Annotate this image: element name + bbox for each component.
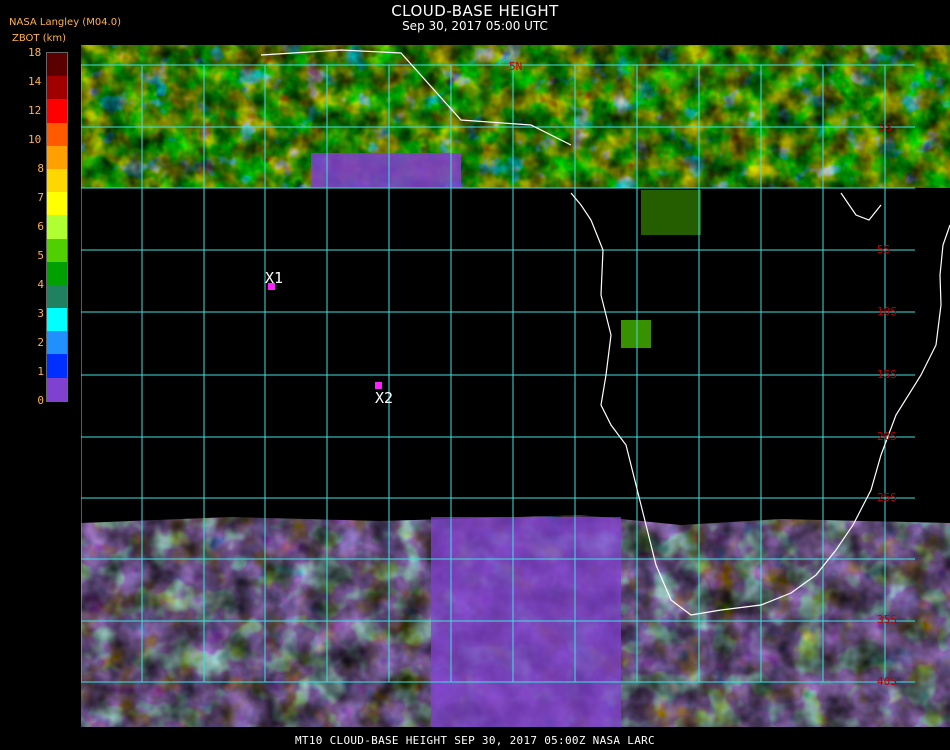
footer-caption: MT10 CLOUD-BASE HEIGHT SEP 30, 2017 05:0… (295, 734, 655, 747)
marker-x2-point (375, 382, 382, 389)
latitude-label: 25S (877, 491, 897, 504)
latitude-label: 10S (877, 305, 897, 318)
latitude-label: 5S (877, 243, 890, 256)
chart-subtitle: Sep 30, 2017 05:00 UTC (402, 19, 548, 33)
legend-swatch (47, 76, 67, 100)
latitude-label: 15S (877, 368, 897, 381)
latitude-label: 5S (879, 121, 892, 134)
legend-swatch (47, 354, 67, 378)
satellite-map: 5S 10S 15S 20S 25S 35S 40S 5S 5N X1 X2 (81, 45, 950, 727)
legend-tick-label: 4 (37, 278, 44, 291)
source-label: NASA Langley (M04.0) (9, 17, 121, 28)
legend-swatch (47, 331, 67, 355)
legend-tick-label: 6 (37, 220, 44, 233)
legend-tick-label: 14 (28, 75, 42, 88)
legend-swatch (47, 192, 67, 216)
legend-tick-label: 5 (37, 249, 44, 262)
legend-swatch (47, 261, 67, 285)
latitude-label: 20S (877, 430, 897, 443)
legend-swatch (47, 99, 67, 123)
legend-tick-label: 8 (37, 162, 44, 175)
units-label: ZBOT (km) (12, 33, 67, 44)
latitude-label: 5N (509, 60, 522, 73)
legend-tick-label: 3 (37, 307, 44, 320)
legend-tick-label: 7 (37, 191, 44, 204)
scattered-clouds-a (621, 320, 651, 348)
legend-swatch (47, 238, 67, 262)
legend-swatch (47, 53, 67, 77)
latitude-label: 35S (877, 613, 897, 626)
marker-x1-label: X1 (265, 269, 283, 287)
legend-swatch (47, 215, 67, 239)
legend-swatch (47, 284, 67, 309)
chart-title: CLOUD-BASE HEIGHT (391, 2, 559, 20)
latitude-label: 40S (877, 675, 897, 688)
horn-coastline (840, 192, 882, 221)
purple-cloud-patch (311, 153, 461, 188)
legend-swatch (47, 168, 67, 193)
legend-swatch (47, 145, 67, 169)
legend-swatch (47, 122, 67, 146)
legend-tick-label: 18 (28, 46, 42, 59)
legend-tick-label: 1 (37, 365, 44, 378)
legend-swatch (47, 308, 67, 332)
legend-tick-label: 10 (28, 133, 42, 146)
scattered-clouds-b (641, 190, 701, 235)
color-legend (46, 52, 68, 402)
legend-tick-label: 12 (28, 104, 42, 117)
legend-swatch (47, 377, 67, 401)
southern-clear-purple (431, 517, 621, 727)
marker-x2: X2 (375, 382, 393, 407)
legend-tick-label: 2 (37, 336, 44, 349)
legend-tick-label: 0 (37, 394, 44, 407)
marker-x1: X1 (265, 269, 283, 290)
marker-x2-label: X2 (375, 389, 393, 407)
